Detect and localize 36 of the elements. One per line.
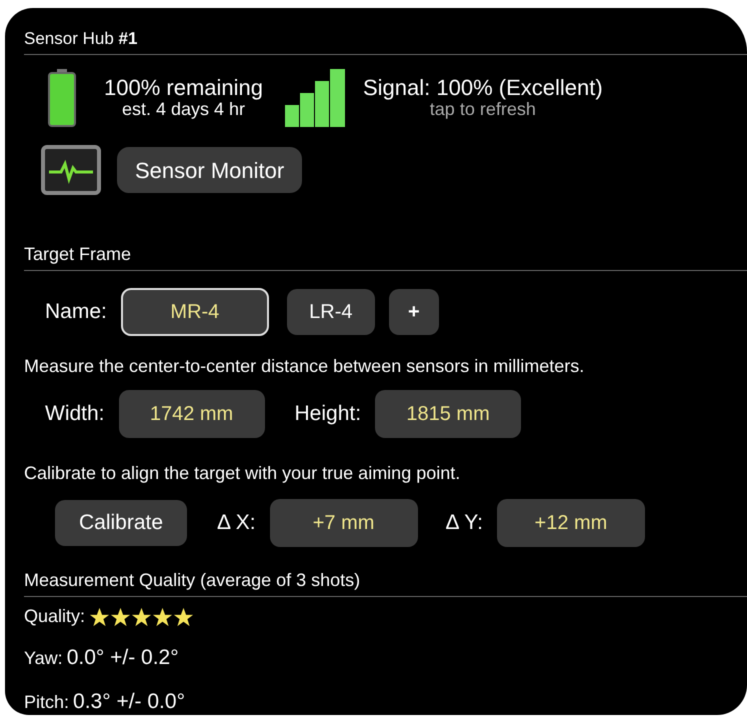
refresh-link[interactable]: tap to refresh	[430, 100, 536, 120]
calibrate-hint: Calibrate to align the target with your true aiming point.	[24, 462, 462, 485]
angle-label: Pitch:	[24, 690, 70, 714]
delta-y-field[interactable]: +12 mm	[496, 499, 645, 547]
quality-label: Quality:	[24, 605, 86, 628]
width-field[interactable]: 1742 mm	[118, 390, 265, 438]
add-button[interactable]: +	[388, 289, 439, 335]
star-icon	[152, 606, 174, 626]
angle-label: Yaw:	[24, 647, 63, 670]
hub-title: Sensor Hub #1	[24, 29, 138, 48]
battery-icon	[48, 69, 76, 127]
height-field[interactable]: 1815 mm	[375, 390, 522, 438]
star-icon	[89, 606, 110, 626]
target-name-option[interactable]: MR-4	[120, 288, 269, 336]
measure-hint: Measure the center-to-center distance between sensors in millimeters.	[24, 355, 586, 378]
calibrate-button[interactable]: Calibrate	[55, 500, 187, 546]
delta-x-label: Δ X:	[217, 510, 256, 536]
sensor-monitor-button[interactable]: Sensor Monitor	[117, 147, 302, 193]
star-icon	[131, 606, 152, 626]
section-title: Target Frame	[24, 244, 132, 264]
target-name-option[interactable]: LR-4	[286, 289, 375, 335]
angle-value: 0.0° +/- 0.2°	[66, 645, 179, 671]
battery-estimate: est. 4 days 4 hr	[122, 100, 246, 120]
section-title: Measurement Quality (average of 3 shots)	[24, 570, 360, 590]
delta-y-label: Δ Y:	[446, 510, 483, 536]
width-label: Width:	[45, 401, 105, 428]
angle-value: 0.3° +/- 0.0°	[73, 688, 185, 714]
name-label: Name:	[45, 299, 107, 326]
star-icon	[173, 606, 194, 626]
height-label: Height:	[294, 401, 362, 428]
heartbeat-monitor-icon[interactable]	[41, 145, 101, 195]
battery-remaining: 100% remaining	[104, 76, 263, 100]
star-icon	[110, 606, 132, 626]
delta-x-field[interactable]: +7 mm	[270, 499, 418, 547]
signal-bars-icon	[284, 69, 345, 127]
signal-status: Signal: 100% (Excellent)	[362, 76, 603, 100]
